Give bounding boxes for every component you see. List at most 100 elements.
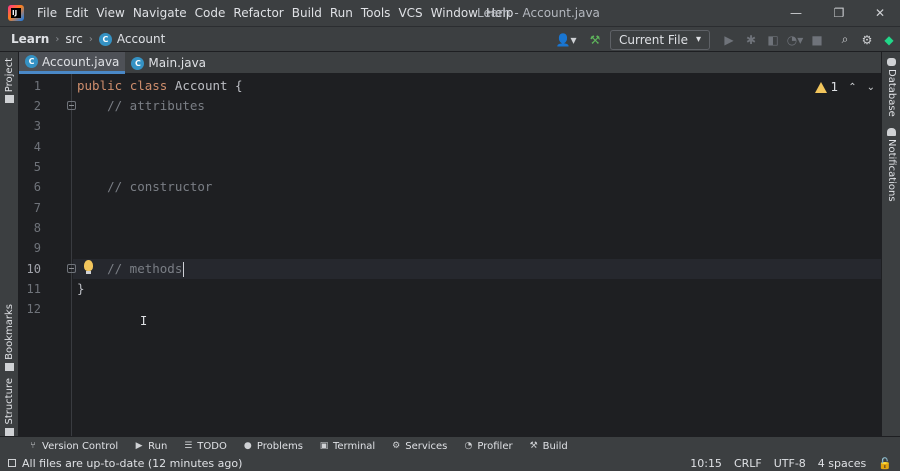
status-right: 10:15 CRLF UTF-8 4 spaces 🔓	[690, 455, 900, 471]
menu-tools[interactable]: Tools	[358, 6, 394, 20]
code-line-2: // attributes	[77, 98, 205, 113]
line-number: 6	[33, 180, 41, 194]
stop-icon[interactable]: ■	[806, 29, 828, 51]
settings-gear-icon[interactable]: ⚙	[856, 29, 878, 51]
status-message-area[interactable]: All files are up-to-date (12 minutes ago…	[8, 457, 242, 470]
line-separator[interactable]: CRLF	[734, 457, 762, 470]
intellij-logo-icon[interactable]: IJ	[8, 5, 24, 21]
breadcrumb-folder[interactable]: src	[65, 32, 83, 46]
tab-label: Account.java	[42, 54, 120, 69]
notifications-tool-button[interactable]: Notifications	[882, 128, 900, 202]
breadcrumb-class[interactable]: Account	[117, 32, 165, 46]
run-icon: ▶	[135, 440, 143, 451]
run-tool-button[interactable]: ▶ Run	[134, 440, 168, 452]
line-number: 10	[26, 262, 41, 276]
project-tool-label: Project	[4, 58, 15, 93]
tool-label: Build	[542, 440, 568, 452]
menu-code[interactable]: Code	[192, 6, 229, 20]
project-tool-button[interactable]: Project	[0, 58, 19, 104]
menu-build[interactable]: Build	[289, 6, 325, 20]
code-line-11: }	[77, 281, 85, 296]
notifications-tool-label: Notifications	[886, 139, 897, 202]
lock-icon[interactable]: 🔓	[878, 457, 892, 470]
terminal-tool-button[interactable]: ▣ Terminal	[319, 441, 376, 452]
line-number: 5	[33, 160, 41, 174]
file-encoding[interactable]: UTF-8	[774, 457, 806, 470]
build-hammer-icon: ⚒	[529, 440, 538, 451]
menu-run[interactable]: Run	[327, 6, 356, 20]
menu-view[interactable]: View	[93, 6, 127, 20]
bookmarks-tool-label: Bookmarks	[4, 304, 15, 360]
warning-count: 1	[830, 80, 839, 94]
minimize-button[interactable]: —	[780, 0, 812, 26]
navigation-bar: Learn › src › C Account 👤▾ ⚒ Current Fil…	[0, 26, 900, 52]
line-number: 9	[33, 241, 41, 255]
tab-account-java[interactable]: C Account.java	[19, 52, 126, 74]
services-icon: ⚙	[392, 440, 401, 451]
services-tool-button[interactable]: ⚙ Services	[391, 441, 447, 452]
list-icon: ☰	[184, 440, 193, 451]
window-title: Learn - Account.java	[477, 6, 600, 20]
breadcrumb-project[interactable]: Learn	[11, 32, 49, 46]
build-hammer-icon[interactable]: ⚒	[584, 29, 606, 51]
debug-icon[interactable]: ✱	[740, 29, 762, 51]
run-configuration-selector[interactable]: Current File ▾	[610, 29, 710, 50]
fold-marker-icon[interactable]	[67, 101, 76, 110]
chevron-down-icon[interactable]: ⌄	[867, 82, 875, 93]
tab-main-java[interactable]: C Main.java	[125, 52, 212, 74]
inspection-widget[interactable]: 1 ⌃ ⌄	[814, 80, 875, 94]
line-number: 8	[33, 221, 41, 235]
keyword: class	[129, 78, 168, 93]
toolbar-right: 👤▾ ⚒ Current File ▾ ▶ ✱ ◧ ◔▾ ■ ⌕ ⚙ ◆	[552, 27, 900, 52]
text-cursor-icon: I	[140, 314, 148, 328]
build-tool-button[interactable]: ⚒ Build	[529, 441, 568, 452]
menu-file[interactable]: File	[34, 6, 60, 20]
code-editor[interactable]: 1 2 3 4 5 6 7 8 9 10 11 12 public class …	[19, 74, 881, 436]
problems-tool-button[interactable]: ● Problems	[243, 441, 303, 452]
caret-position[interactable]: 10:15	[690, 457, 722, 470]
tab-label: Main.java	[148, 56, 207, 70]
maximize-button[interactable]: ❐	[823, 0, 855, 26]
menu-vcs[interactable]: VCS	[395, 6, 425, 20]
coverage-icon[interactable]: ◧	[762, 29, 784, 51]
class-icon: C	[131, 56, 145, 70]
current-line-highlight	[73, 259, 881, 279]
profiler-tool-button[interactable]: ◔ Profiler	[463, 441, 512, 452]
menu-navigate[interactable]: Navigate	[130, 6, 190, 20]
database-tool-button[interactable]: Database	[882, 58, 900, 117]
jetbrains-ai-icon[interactable]: ◆	[878, 29, 900, 51]
menu-edit[interactable]: Edit	[62, 6, 91, 20]
status-bar: All files are up-to-date (12 minutes ago…	[0, 455, 900, 471]
editor-tabs: C Account.java C Main.java	[19, 52, 881, 74]
chevron-up-icon[interactable]: ⌃	[848, 82, 856, 93]
menu-window[interactable]: Window	[428, 6, 481, 20]
close-button[interactable]: ✕	[864, 0, 896, 26]
line-number: 12	[26, 302, 41, 316]
menu-refactor[interactable]: Refactor	[230, 6, 286, 20]
tool-label: Run	[148, 440, 168, 452]
profiler-icon: ◔	[464, 440, 473, 451]
status-message: All files are up-to-date (12 minutes ago…	[22, 456, 243, 470]
structure-tool-button[interactable]: Structure	[0, 378, 19, 436]
profile-icon[interactable]: ◔▾	[784, 29, 806, 51]
run-icon[interactable]: ▶	[718, 29, 740, 51]
keyword: public	[77, 78, 123, 93]
title-bar: IJ File Edit View Navigate Code Refactor…	[0, 0, 900, 26]
tool-label: Services	[405, 440, 448, 452]
version-control-tool-button[interactable]: ⑂ Version Control	[28, 441, 118, 452]
todo-tool-button[interactable]: ☰ TODO	[183, 441, 227, 452]
line-number: 7	[33, 201, 41, 215]
chevron-right-icon: ›	[55, 33, 60, 45]
warning-icon	[814, 81, 827, 93]
search-icon[interactable]: ⌕	[834, 29, 856, 51]
bookmarks-tool-button[interactable]: Bookmarks	[0, 304, 19, 371]
folder-icon	[5, 95, 14, 104]
fold-marker-icon[interactable]	[67, 264, 76, 273]
chevron-right-icon: ›	[88, 33, 93, 45]
line-number: 4	[33, 140, 41, 154]
class-declaration: Account {	[167, 78, 243, 93]
line-number: 2	[33, 99, 41, 113]
indent-setting[interactable]: 4 spaces	[818, 457, 867, 470]
tool-label: Version Control	[42, 440, 119, 452]
user-icon[interactable]: 👤▾	[552, 29, 580, 51]
